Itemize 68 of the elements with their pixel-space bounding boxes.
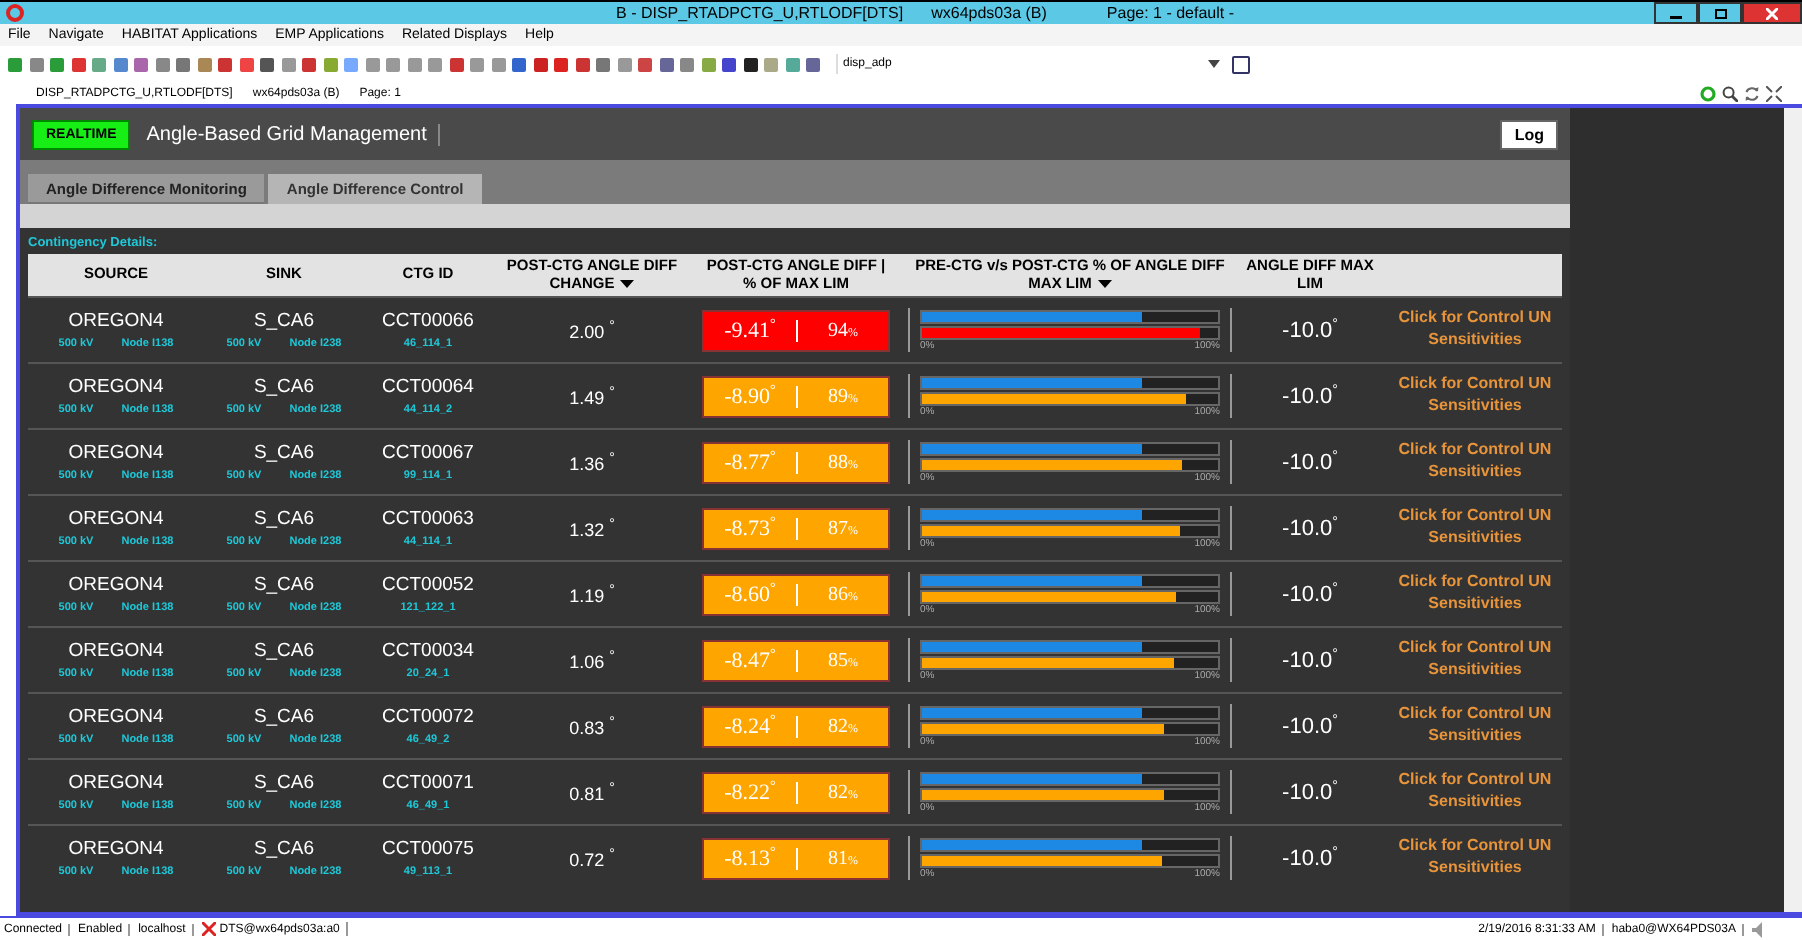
sensitivities-link[interactable]: Click for Control UN Sensitivities xyxy=(1380,770,1570,814)
ctg-id: CCT00075 xyxy=(382,838,474,860)
sink-name: S_CA6 xyxy=(253,310,315,332)
ctg-id: CCT00034 xyxy=(382,640,474,662)
log-button[interactable]: Log xyxy=(1500,119,1558,149)
max-limit: -10.0$^{°}$ xyxy=(1282,317,1338,343)
sink-name: S_CA6 xyxy=(253,772,315,794)
source-name: OREGON4 xyxy=(68,640,164,662)
angle-change: 0.83 $^{°}$ xyxy=(569,715,615,737)
sink-name: S_CA6 xyxy=(253,376,315,398)
sensitivities-link[interactable]: Click for Control UN Sensitivities xyxy=(1380,836,1570,880)
sensitivities-link[interactable]: Click for Control UN Sensitivities xyxy=(1380,572,1570,616)
source-name: OREGON4 xyxy=(68,376,164,398)
angle-value: -8.60$^{°}$ xyxy=(722,580,778,608)
host-label: wx64pds03a (B) xyxy=(931,4,1047,22)
source-name: OREGON4 xyxy=(68,508,164,530)
sensitivities-link[interactable]: Click for Control UN Sensitivities xyxy=(1380,374,1570,418)
angle-change: 0.72 $^{°}$ xyxy=(569,847,615,869)
ctg-id: CCT00064 xyxy=(382,376,474,398)
page-label: Page: 1 - default - xyxy=(1106,4,1234,22)
sensitivities-link[interactable]: Click for Control UN Sensitivities xyxy=(1380,638,1570,682)
angle-value: -8.24$^{°}$ xyxy=(722,712,778,740)
max-limit: -10.0$^{°}$ xyxy=(1282,581,1338,607)
angle-change: 1.32 $^{°}$ xyxy=(569,517,615,539)
angle-value: -8.73$^{°}$ xyxy=(722,514,778,542)
sensitivities-link[interactable]: Click for Control UN Sensitivities xyxy=(1380,704,1570,748)
angle-change: 0.81 $^{°}$ xyxy=(569,781,615,803)
max-limit: -10.0$^{°}$ xyxy=(1282,647,1338,673)
max-limit: -10.0$^{°}$ xyxy=(1282,779,1338,805)
ctg-id: CCT00052 xyxy=(382,574,474,596)
angle-value: -8.22$^{°}$ xyxy=(722,778,778,806)
app-title: Angle-Based Grid Management xyxy=(146,123,441,145)
sink-name: S_CA6 xyxy=(253,574,315,596)
ctg-id: CCT00072 xyxy=(382,706,474,728)
max-limit: -10.0$^{°}$ xyxy=(1282,449,1338,475)
sink-name: S_CA6 xyxy=(253,640,315,662)
source-name: OREGON4 xyxy=(68,706,164,728)
angle-value: -8.47$^{°}$ xyxy=(722,646,778,674)
source-name: OREGON4 xyxy=(68,574,164,596)
source-name: OREGON4 xyxy=(68,442,164,464)
source-name: OREGON4 xyxy=(68,310,164,332)
ctg-id: CCT00067 xyxy=(382,442,474,464)
angle-value: -8.90$^{°}$ xyxy=(722,382,778,410)
sink-name: S_CA6 xyxy=(253,838,315,860)
source-name: OREGON4 xyxy=(68,838,164,860)
source-name: OREGON4 xyxy=(68,772,164,794)
window-title: B - DISP_RTADPCTG_U,RTLODF[DTS] xyxy=(616,4,904,22)
angle-value: -8.77$^{°}$ xyxy=(722,448,778,476)
max-limit: -10.0$^{°}$ xyxy=(1282,515,1338,541)
sensitivities-link[interactable]: Click for Control UN Sensitivities xyxy=(1380,308,1570,352)
sink-name: S_CA6 xyxy=(253,442,315,464)
sensitivities-link[interactable]: Click for Control UN Sensitivities xyxy=(1380,440,1570,484)
ctg-id: CCT00066 xyxy=(382,310,474,332)
sensitivities-link[interactable]: Click for Control UN Sensitivities xyxy=(1380,506,1570,550)
max-limit: -10.0$^{°}$ xyxy=(1282,383,1338,409)
angle-change: 1.19 $^{°}$ xyxy=(569,583,615,605)
angle-change: 2.00 $^{°}$ xyxy=(569,319,615,341)
angle-value: -8.13$^{°}$ xyxy=(722,844,778,872)
sink-name: S_CA6 xyxy=(253,508,315,530)
angle-change: 1.06 $^{°}$ xyxy=(569,649,615,671)
angle-change: 1.36 $^{°}$ xyxy=(569,451,615,473)
max-limit: -10.0$^{°}$ xyxy=(1282,713,1338,739)
angle-value: -9.41$^{°}$ xyxy=(722,316,778,344)
ctg-id: CCT00063 xyxy=(382,508,474,530)
max-limit: -10.0$^{°}$ xyxy=(1282,845,1338,871)
sink-name: S_CA6 xyxy=(253,706,315,728)
ctg-id: CCT00071 xyxy=(382,772,474,794)
angle-change: 1.49 $^{°}$ xyxy=(569,385,615,407)
